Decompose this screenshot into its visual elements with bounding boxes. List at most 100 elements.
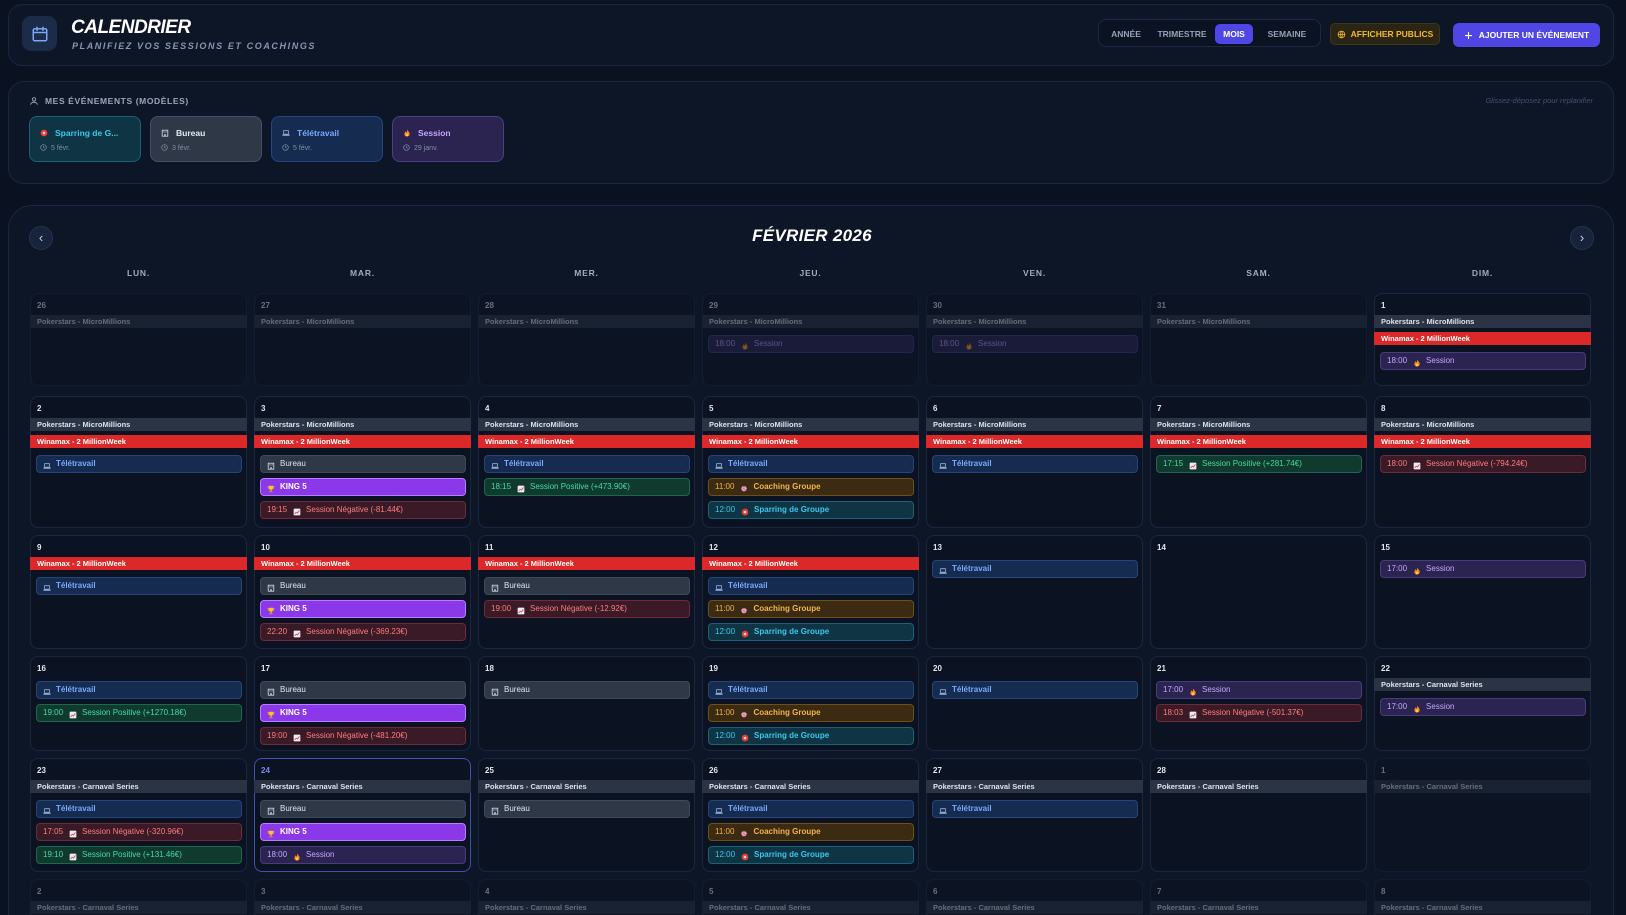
tournament-bar-winamax[interactable]: Winamax - 2 MillionWeek [1374, 332, 1591, 345]
day-cell[interactable]: 14 [1150, 535, 1367, 649]
event-chip-coach[interactable]: 11:00 Coaching Groupe [708, 823, 914, 841]
event-chip-tele[interactable]: Télétravail [36, 577, 242, 595]
add-event-button[interactable]: AJOUTER UN ÉVÉNEMENT [1453, 23, 1600, 47]
day-cell[interactable]: 1 Pokerstars - Carnaval Series [1374, 758, 1591, 872]
event-chip-king[interactable]: KING 5 [260, 704, 466, 722]
view-quarter-button[interactable]: TRIMESTRE [1152, 24, 1212, 44]
event-chip-session[interactable]: 17:00 Session [1156, 681, 1362, 699]
tournament-bar-winamax[interactable]: Winamax - 2 MillionWeek [30, 557, 247, 570]
day-cell[interactable]: 7 Pokerstars - MicroMillions Winamax - 2 M… [1150, 396, 1367, 528]
day-cell[interactable]: 28 Pokerstars - Carnaval Series [1150, 758, 1367, 872]
event-chip-spar[interactable]: 12:00 Sparring de Groupe [708, 501, 914, 519]
tournament-bar-winamax[interactable]: Winamax - 2 MillionWeek [478, 435, 695, 448]
event-chip-neg[interactable]: 19:00 Session Négative (-481.20€) [260, 727, 466, 745]
view-year-button[interactable]: ANNÉE [1103, 24, 1149, 44]
tournament-bar-pokerstars[interactable]: Pokerstars - MicroMillions [926, 418, 1143, 431]
event-chip-neg[interactable]: 22:20 Session Négative (-369.23€) [260, 623, 466, 641]
template-card-spar[interactable]: Sparring de G... 5 févr. [29, 116, 141, 162]
tournament-bar-pokerstars[interactable]: Pokerstars - MicroMillions [702, 418, 919, 431]
day-cell[interactable]: 30 Pokerstars - MicroMillions 18:00 Session [926, 293, 1143, 386]
event-chip-tele[interactable]: Télétravail [708, 681, 914, 699]
tournament-bar-pokerstars[interactable]: Pokerstars - Carnaval Series [478, 901, 695, 914]
tournament-bar-pokerstars[interactable]: Pokerstars - Carnaval Series [478, 780, 695, 793]
template-card-tele[interactable]: Télétravail 5 févr. [271, 116, 383, 162]
template-card-bureau[interactable]: Bureau 3 févr. [150, 116, 262, 162]
tournament-bar-winamax[interactable]: Winamax - 2 MillionWeek [1374, 435, 1591, 448]
tournament-bar-pokerstars[interactable]: Pokerstars - MicroMillions [30, 418, 247, 431]
event-chip-tele[interactable]: Télétravail [708, 577, 914, 595]
event-chip-tele[interactable]: Télétravail [708, 455, 914, 473]
tournament-bar-pokerstars[interactable]: Pokerstars - Carnaval Series [254, 901, 471, 914]
tournament-bar-winamax[interactable]: Winamax - 2 MillionWeek [254, 435, 471, 448]
event-chip-session[interactable]: 18:00 Session [932, 335, 1138, 353]
event-chip-tele[interactable]: Télétravail [484, 455, 690, 473]
tournament-bar-pokerstars[interactable]: Pokerstars - Carnaval Series [1374, 901, 1591, 914]
tournament-bar-pokerstars[interactable]: Pokerstars - MicroMillions [1374, 315, 1591, 328]
event-chip-coach[interactable]: 11:00 Coaching Groupe [708, 600, 914, 618]
day-cell[interactable]: 18 Bureau [478, 656, 695, 751]
day-cell-today[interactable]: 24 Pokerstars - Carnaval Series Bureau KING… [254, 758, 471, 872]
view-week-button[interactable]: SEMAINE [1256, 24, 1318, 44]
day-cell[interactable]: 28 Pokerstars - MicroMillions [478, 293, 695, 386]
day-cell[interactable]: 27 Pokerstars - Carnaval Series Télétravai… [926, 758, 1143, 872]
tournament-bar-pokerstars[interactable]: Pokerstars - MicroMillions [478, 418, 695, 431]
event-chip-coach[interactable]: 11:00 Coaching Groupe [708, 704, 914, 722]
tournament-bar-pokerstars[interactable]: Pokerstars - Carnaval Series [926, 901, 1143, 914]
event-chip-coach[interactable]: 11:00 Coaching Groupe [708, 478, 914, 496]
event-chip-spar[interactable]: 12:00 Sparring de Groupe [708, 727, 914, 745]
event-chip-pos[interactable]: 19:00 Session Positive (+1270.18€) [36, 704, 242, 722]
day-cell[interactable]: 9 Winamax - 2 MillionWeek Télétravail [30, 535, 247, 649]
tournament-bar-winamax[interactable]: Winamax - 2 MillionWeek [702, 557, 919, 570]
template-card-session[interactable]: Session 29 janv. [392, 116, 504, 162]
event-chip-bureau[interactable]: Bureau [260, 681, 466, 699]
event-chip-pos[interactable]: 17:15 Session Positive (+281.74€) [1156, 455, 1362, 473]
event-chip-pos[interactable]: 19:10 Session Positive (+131.46€) [36, 846, 242, 864]
event-chip-tele[interactable]: Télétravail [36, 800, 242, 818]
tournament-bar-winamax[interactable]: Winamax - 2 MillionWeek [254, 557, 471, 570]
tournament-bar-pokerstars[interactable]: Pokerstars - Carnaval Series [702, 901, 919, 914]
event-chip-bureau[interactable]: Bureau [484, 681, 690, 699]
day-cell[interactable]: 8 Pokerstars - Carnaval Series [1374, 879, 1591, 915]
tournament-bar-pokerstars[interactable]: Pokerstars - MicroMillions [1374, 418, 1591, 431]
day-cell[interactable]: 25 Pokerstars - Carnaval Series Bureau [478, 758, 695, 872]
day-cell[interactable]: 2 Pokerstars - Carnaval Series [30, 879, 247, 915]
tournament-bar-winamax[interactable]: Winamax - 2 MillionWeek [702, 435, 919, 448]
tournament-bar-pokerstars[interactable]: Pokerstars - Carnaval Series [1374, 780, 1591, 793]
day-cell[interactable]: 8 Pokerstars - MicroMillions Winamax - 2 M… [1374, 396, 1591, 528]
event-chip-tele[interactable]: Télétravail [708, 800, 914, 818]
event-chip-tele[interactable]: Télétravail [36, 681, 242, 699]
day-cell[interactable]: 4 Pokerstars - Carnaval Series [478, 879, 695, 915]
event-chip-pos[interactable]: 18:15 Session Positive (+473.90€) [484, 478, 690, 496]
day-cell[interactable]: 13 Télétravail [926, 535, 1143, 649]
day-cell[interactable]: 21 17:00 Session 18:03 Session Négative (-50… [1150, 656, 1367, 751]
day-cell[interactable]: 22 Pokerstars - Carnaval Series 17:00 Sessi… [1374, 656, 1591, 751]
day-cell[interactable]: 27 Pokerstars - MicroMillions [254, 293, 471, 386]
tournament-bar-winamax[interactable]: Winamax - 2 MillionWeek [926, 435, 1143, 448]
day-cell[interactable]: 2 Pokerstars - MicroMillions Winamax - 2 M… [30, 396, 247, 528]
tournament-bar-pokerstars[interactable]: Pokerstars - Carnaval Series [1150, 780, 1367, 793]
day-cell[interactable]: 10 Winamax - 2 MillionWeek Bureau KING 5 22:… [254, 535, 471, 649]
day-cell[interactable]: 4 Pokerstars - MicroMillions Winamax - 2 M… [478, 396, 695, 528]
day-cell[interactable]: 5 Pokerstars - Carnaval Series [702, 879, 919, 915]
day-cell[interactable]: 3 Pokerstars - MicroMillions Winamax - 2 M… [254, 396, 471, 528]
tournament-bar-pokerstars[interactable]: Pokerstars - MicroMillions [1150, 315, 1367, 328]
day-cell[interactable]: 31 Pokerstars - MicroMillions [1150, 293, 1367, 386]
event-chip-tele[interactable]: Télétravail [932, 681, 1138, 699]
day-cell[interactable]: 11 Winamax - 2 MillionWeek Bureau 19:00 Sess… [478, 535, 695, 649]
event-chip-spar[interactable]: 12:00 Sparring de Groupe [708, 623, 914, 641]
day-cell[interactable]: 12 Winamax - 2 MillionWeek Télétravail 11:0… [702, 535, 919, 649]
event-chip-tele[interactable]: Télétravail [36, 455, 242, 473]
event-chip-neg[interactable]: 19:15 Session Négative (-81.44€) [260, 501, 466, 519]
event-chip-bureau[interactable]: Bureau [260, 455, 466, 473]
day-cell[interactable]: 15 17:00 Session [1374, 535, 1591, 649]
tournament-bar-pokerstars[interactable]: Pokerstars - MicroMillions [702, 315, 919, 328]
day-cell[interactable]: 29 Pokerstars - MicroMillions 18:00 Session [702, 293, 919, 386]
tournament-bar-pokerstars[interactable]: Pokerstars - Carnaval Series [702, 780, 919, 793]
event-chip-session[interactable]: 18:00 Session [260, 846, 466, 864]
event-chip-neg[interactable]: 19:00 Session Négative (-12.92€) [484, 600, 690, 618]
event-chip-session[interactable]: 17:00 Session [1380, 698, 1586, 716]
event-chip-bureau[interactable]: Bureau [260, 800, 466, 818]
event-chip-king[interactable]: KING 5 [260, 600, 466, 618]
event-chip-bureau[interactable]: Bureau [484, 800, 690, 818]
event-chip-session[interactable]: 18:00 Session [1380, 352, 1586, 370]
